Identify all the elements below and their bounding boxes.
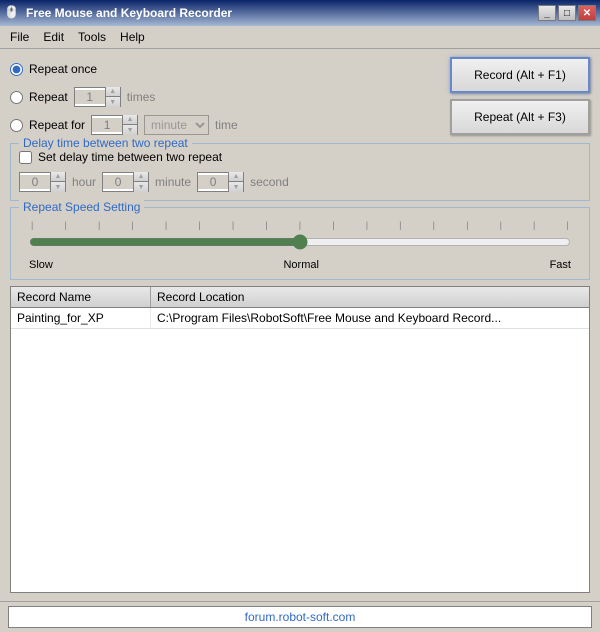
record-button[interactable]: Record (Alt + F1) bbox=[450, 57, 590, 93]
repeat-for-label: Repeat for bbox=[29, 118, 85, 132]
repeat-times-input[interactable] bbox=[75, 90, 105, 104]
delay-hour-input[interactable] bbox=[20, 175, 50, 189]
slider-ticks-top: | | | | | | | | | | | | | | | | | bbox=[29, 220, 571, 230]
records-table: Record Name Record Location Painting_for… bbox=[10, 286, 590, 593]
repeat-times-up[interactable]: ▲ bbox=[106, 87, 120, 97]
slider-wrapper: | | | | | | | | | | | | | | | | | bbox=[29, 220, 571, 255]
table-header: Record Name Record Location bbox=[11, 287, 589, 308]
app-title: Free Mouse and Keyboard Recorder bbox=[26, 6, 538, 20]
delay-second-down[interactable]: ▼ bbox=[229, 182, 243, 192]
speed-group-title: Repeat Speed Setting bbox=[19, 200, 144, 214]
minimize-button[interactable]: _ bbox=[538, 5, 556, 21]
delay-second-input[interactable] bbox=[198, 175, 228, 189]
menu-edit[interactable]: Edit bbox=[37, 28, 70, 46]
repeat-button[interactable]: Repeat (Alt + F3) bbox=[450, 99, 590, 135]
delay-checkbox-label: Set delay time between two repeat bbox=[38, 150, 222, 164]
main-content: Repeat once Repeat ▲ ▼ times Repeat for bbox=[0, 49, 600, 601]
speed-label-fast: Fast bbox=[550, 259, 571, 271]
slider-labels: Slow Normal Fast bbox=[29, 259, 571, 271]
repeat-times-arrows: ▲ ▼ bbox=[105, 87, 120, 107]
repeat-for-arrows: ▲ ▼ bbox=[122, 115, 137, 135]
top-section: Repeat once Repeat ▲ ▼ times Repeat for bbox=[10, 57, 590, 137]
repeat-once-radio[interactable] bbox=[10, 63, 23, 76]
cell-record-name: Painting_for_XP bbox=[11, 308, 151, 328]
repeat-once-row: Repeat once bbox=[10, 57, 440, 81]
buttons-panel: Record (Alt + F1) Repeat (Alt + F3) bbox=[450, 57, 590, 137]
menu-file[interactable]: File bbox=[4, 28, 35, 46]
speed-group: Repeat Speed Setting | | | | | | | | | |… bbox=[10, 207, 590, 280]
delay-minute-spinbox: ▲ ▼ bbox=[102, 172, 149, 192]
repeat-for-down[interactable]: ▼ bbox=[123, 125, 137, 135]
delay-hour-down[interactable]: ▼ bbox=[51, 182, 65, 192]
repeat-times-radio[interactable] bbox=[10, 91, 23, 104]
footer: forum.robot-soft.com bbox=[0, 601, 600, 632]
repeat-for-spinbox: ▲ ▼ bbox=[91, 115, 138, 135]
slider-container: | | | | | | | | | | | | | | | | | bbox=[19, 220, 581, 271]
delay-minute-up[interactable]: ▲ bbox=[134, 172, 148, 182]
delay-group-title: Delay time between two repeat bbox=[19, 136, 192, 150]
footer-link[interactable]: forum.robot-soft.com bbox=[8, 606, 592, 628]
delay-minute-label: minute bbox=[155, 175, 191, 189]
menu-help[interactable]: Help bbox=[114, 28, 151, 46]
app-icon: 🖱️ bbox=[4, 5, 20, 21]
delay-hour-spinbox: ▲ ▼ bbox=[19, 172, 66, 192]
repeat-times-label: Repeat bbox=[29, 90, 68, 104]
delay-inputs-row: ▲ ▼ hour ▲ ▼ minute ▲ ▼ second bbox=[19, 172, 581, 192]
delay-minute-arrows: ▲ ▼ bbox=[133, 172, 148, 192]
col-header-name: Record Name bbox=[11, 287, 151, 307]
delay-second-arrows: ▲ ▼ bbox=[228, 172, 243, 192]
delay-second-up[interactable]: ▲ bbox=[229, 172, 243, 182]
delay-second-spinbox: ▲ ▼ bbox=[197, 172, 244, 192]
table-row[interactable]: Painting_for_XP C:\Program Files\RobotSo… bbox=[11, 308, 589, 329]
delay-minute-input[interactable] bbox=[103, 175, 133, 189]
repeat-times-spinbox: ▲ ▼ bbox=[74, 87, 121, 107]
delay-hour-up[interactable]: ▲ bbox=[51, 172, 65, 182]
delay-group: Delay time between two repeat Set delay … bbox=[10, 143, 590, 201]
delay-checkbox[interactable] bbox=[19, 151, 32, 164]
title-bar: 🖱️ Free Mouse and Keyboard Recorder _ □ … bbox=[0, 0, 600, 26]
window-controls: _ □ ✕ bbox=[538, 5, 596, 21]
repeat-for-input[interactable] bbox=[92, 118, 122, 132]
delay-hour-label: hour bbox=[72, 175, 96, 189]
menu-bar: File Edit Tools Help bbox=[0, 26, 600, 49]
delay-second-label: second bbox=[250, 175, 289, 189]
repeat-for-unit-select[interactable]: minute hour second bbox=[144, 115, 209, 135]
delay-minute-down[interactable]: ▼ bbox=[134, 182, 148, 192]
options-panel: Repeat once Repeat ▲ ▼ times Repeat for bbox=[10, 57, 440, 137]
repeat-times-suffix: times bbox=[127, 90, 156, 104]
speed-slider[interactable] bbox=[29, 232, 571, 252]
menu-tools[interactable]: Tools bbox=[72, 28, 112, 46]
repeat-times-down[interactable]: ▼ bbox=[106, 97, 120, 107]
cell-record-location: C:\Program Files\RobotSoft\Free Mouse an… bbox=[151, 308, 589, 328]
speed-label-slow: Slow bbox=[29, 259, 53, 271]
repeat-for-suffix: time bbox=[215, 118, 238, 132]
repeat-for-up[interactable]: ▲ bbox=[123, 115, 137, 125]
maximize-button[interactable]: □ bbox=[558, 5, 576, 21]
repeat-for-radio[interactable] bbox=[10, 119, 23, 132]
delay-checkbox-row: Set delay time between two repeat bbox=[19, 150, 581, 164]
repeat-once-label: Repeat once bbox=[29, 62, 97, 76]
repeat-times-row: Repeat ▲ ▼ times bbox=[10, 85, 440, 109]
close-button[interactable]: ✕ bbox=[578, 5, 596, 21]
delay-hour-arrows: ▲ ▼ bbox=[50, 172, 65, 192]
col-header-location: Record Location bbox=[151, 287, 589, 307]
repeat-for-row: Repeat for ▲ ▼ minute hour second time bbox=[10, 113, 440, 137]
speed-label-normal: Normal bbox=[283, 259, 318, 271]
